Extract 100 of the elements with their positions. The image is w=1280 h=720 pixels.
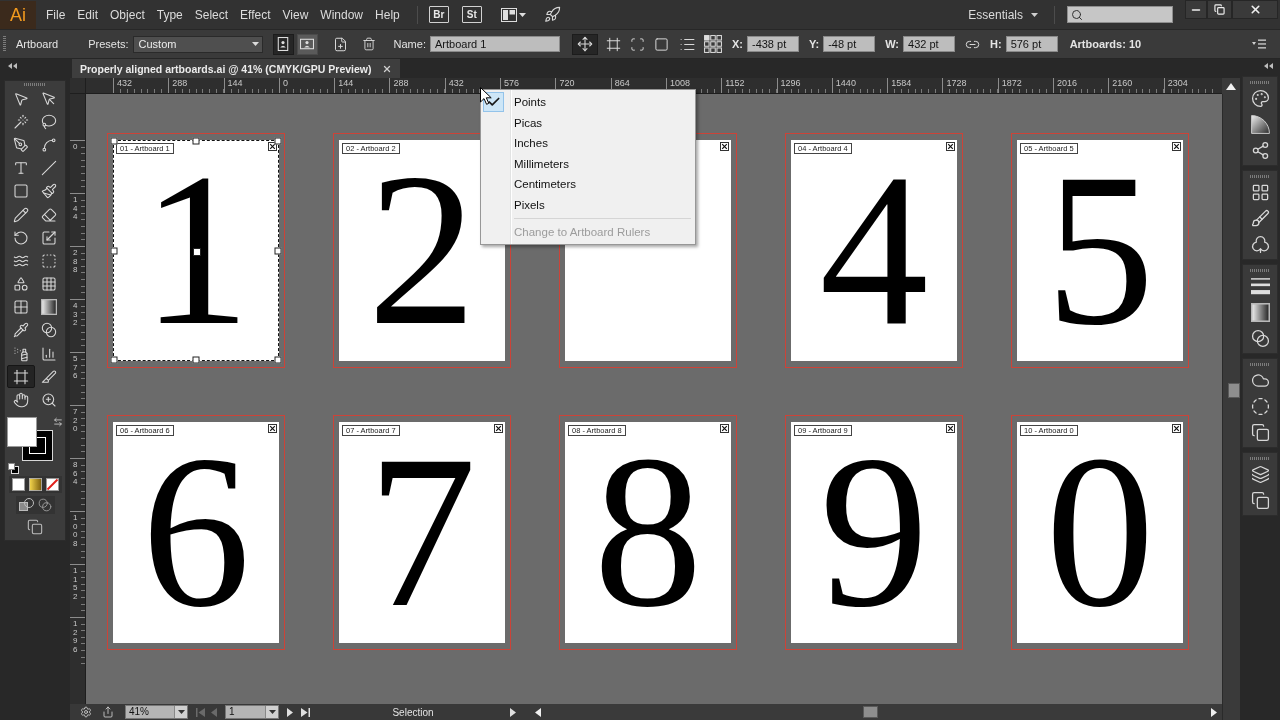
triangle-right-icon[interactable] bbox=[1211, 707, 1217, 717]
orientation-button[interactable] bbox=[272, 33, 294, 55]
stock-button[interactable]: St bbox=[461, 6, 482, 23]
zoom-field[interactable]: 41% bbox=[125, 705, 188, 719]
document-tab[interactable]: Properly aligned artboards.ai @ 41% (CMYK/GPU Preview) bbox=[72, 59, 400, 78]
close-icon[interactable] bbox=[268, 424, 277, 433]
horizontal-lines-icon[interactable] bbox=[1250, 276, 1270, 296]
layout-icon[interactable] bbox=[500, 7, 517, 22]
gradient-square-icon[interactable] bbox=[28, 477, 42, 491]
overlapping-rectangles-icon[interactable] bbox=[27, 518, 43, 535]
workspace-dropdown[interactable]: Essentials bbox=[964, 7, 1042, 22]
triangle-right-icon[interactable] bbox=[287, 707, 293, 717]
mini-swatches-icon[interactable] bbox=[8, 462, 19, 474]
restore-button[interactable] bbox=[1207, 0, 1232, 19]
menu-item[interactable]: File bbox=[40, 3, 72, 26]
resize-handle[interactable] bbox=[274, 137, 282, 145]
palette-icon[interactable] bbox=[1250, 88, 1270, 108]
slash-square-icon[interactable] bbox=[45, 477, 59, 491]
resize-handle[interactable] bbox=[110, 356, 118, 364]
orientation-button[interactable] bbox=[296, 33, 318, 55]
menu-item[interactable]: View bbox=[276, 3, 315, 26]
artboard-number-field[interactable]: 1 bbox=[225, 705, 279, 719]
four-squares-icon[interactable] bbox=[1250, 182, 1270, 202]
tool-button[interactable] bbox=[7, 365, 35, 389]
close-icon[interactable] bbox=[720, 142, 729, 151]
resize-handle[interactable] bbox=[274, 247, 282, 254]
square-icon[interactable] bbox=[653, 36, 669, 52]
menu-item[interactable]: Help bbox=[369, 3, 406, 26]
skip-forward-icon[interactable] bbox=[301, 707, 310, 717]
frame-icon[interactable] bbox=[605, 36, 621, 52]
resize-handle[interactable] bbox=[192, 356, 200, 364]
overlapping-circles-icon[interactable] bbox=[1250, 328, 1270, 348]
minimize-button[interactable] bbox=[1185, 0, 1207, 19]
double-caret-icon[interactable] bbox=[8, 63, 18, 69]
close-icon[interactable] bbox=[494, 424, 503, 433]
panel-menu-icon[interactable] bbox=[1252, 39, 1266, 49]
dropdown-button[interactable] bbox=[174, 706, 187, 718]
trash-icon[interactable] bbox=[361, 37, 376, 51]
grip-icon[interactable] bbox=[1250, 269, 1270, 272]
menu-item[interactable]: Effect bbox=[234, 3, 277, 26]
overlapping-squares-icon[interactable] bbox=[1250, 490, 1270, 510]
horizontal-scrollbar[interactable] bbox=[530, 704, 1222, 720]
menu-item[interactable]: Window bbox=[314, 3, 370, 26]
search-field[interactable] bbox=[1067, 6, 1173, 23]
overlapping-squares-icon[interactable] bbox=[1250, 422, 1270, 442]
scan-frame-icon[interactable] bbox=[629, 36, 645, 52]
overlapping-circles-icon[interactable] bbox=[37, 497, 52, 512]
menu-item[interactable]: Object bbox=[104, 3, 151, 26]
move-toggle-button[interactable] bbox=[571, 33, 598, 55]
connected-nodes-icon[interactable] bbox=[1250, 140, 1270, 160]
bridge-button[interactable]: Br bbox=[428, 6, 449, 23]
resize-handle[interactable] bbox=[110, 137, 118, 145]
value-field[interactable]: -48 pt bbox=[823, 36, 876, 52]
grip-icon[interactable] bbox=[1250, 175, 1270, 178]
grip-icon[interactable] bbox=[24, 83, 46, 86]
double-caret-icon[interactable] bbox=[1264, 62, 1274, 69]
grip-icon[interactable] bbox=[1250, 363, 1270, 366]
scrollbar-thumb[interactable] bbox=[863, 706, 878, 718]
layers-icon[interactable] bbox=[1250, 464, 1270, 484]
grip-icon[interactable] bbox=[1250, 81, 1270, 84]
plain-square-icon[interactable] bbox=[11, 477, 25, 491]
left-right-arrows-icon[interactable] bbox=[53, 416, 63, 427]
resize-handle[interactable] bbox=[192, 137, 200, 145]
close-icon[interactable] bbox=[1172, 424, 1181, 433]
file-plus-icon[interactable] bbox=[332, 36, 348, 52]
close-icon[interactable] bbox=[720, 424, 729, 433]
triangle-right-icon[interactable] bbox=[510, 707, 516, 717]
triangle-left-icon[interactable] bbox=[535, 707, 541, 717]
grip-icon[interactable] bbox=[3, 36, 6, 52]
menu-item[interactable]: Picas bbox=[483, 112, 693, 133]
rocket-icon[interactable] bbox=[543, 6, 561, 23]
presets-dropdown[interactable]: Custom bbox=[132, 35, 263, 53]
caret-icon[interactable] bbox=[518, 12, 526, 17]
close-icon[interactable] bbox=[381, 63, 392, 74]
name-field[interactable]: Artboard 1 bbox=[429, 36, 560, 52]
share-icon[interactable] bbox=[102, 706, 114, 718]
close-icon[interactable] bbox=[1172, 142, 1181, 151]
club-icon[interactable] bbox=[1250, 234, 1270, 254]
triangle-up-icon[interactable] bbox=[1226, 82, 1236, 90]
close-button[interactable] bbox=[1232, 0, 1278, 19]
value-field[interactable]: 432 pt bbox=[903, 36, 955, 52]
close-icon[interactable] bbox=[946, 424, 955, 433]
menu-item[interactable]: Edit bbox=[71, 3, 105, 26]
brush-icon[interactable] bbox=[1250, 208, 1270, 228]
resize-handle[interactable] bbox=[274, 356, 282, 364]
grip-icon[interactable] bbox=[1250, 457, 1270, 460]
fill-stroke-swatches-icon[interactable] bbox=[7, 416, 53, 461]
resize-handle[interactable] bbox=[110, 247, 118, 254]
value-field[interactable]: 576 pt bbox=[1005, 36, 1058, 52]
square-circle-icon[interactable] bbox=[18, 497, 34, 511]
gear-icon[interactable] bbox=[80, 706, 92, 718]
menu-item[interactable]: Select bbox=[188, 3, 235, 26]
close-icon[interactable] bbox=[946, 142, 955, 151]
close-icon[interactable] bbox=[268, 142, 277, 151]
scrollbar-thumb[interactable] bbox=[1228, 383, 1240, 398]
dashed-circle-icon[interactable] bbox=[1250, 396, 1270, 416]
dropdown-button[interactable] bbox=[265, 706, 278, 718]
menu-item[interactable]: Type bbox=[150, 3, 189, 26]
value-field[interactable]: -438 pt bbox=[746, 36, 799, 52]
nine-square-grid-icon[interactable] bbox=[703, 35, 722, 53]
